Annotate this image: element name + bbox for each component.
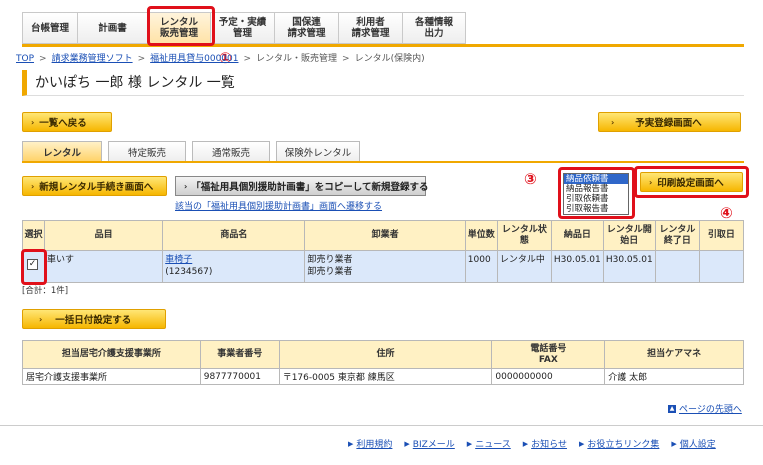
print-option[interactable]: 引取依頼書 xyxy=(564,194,628,204)
care-office-table: 担当居宅介護支援事業所 事業者番号 住所 電話番号 FAX 担当ケアマネ 居宅介… xyxy=(22,340,744,385)
nav-tab-user-billing[interactable]: 利用者 請求管理 xyxy=(338,12,402,44)
nav-underline xyxy=(22,44,744,47)
delivery-date-cell: H30.05.01 xyxy=(550,250,604,283)
breadcrumb-current: レンタル(保険内) xyxy=(354,54,425,64)
footer-link-useful-links[interactable]: ▶ お役立ちリンク集 xyxy=(578,437,659,451)
nav-tab-info-output[interactable]: 各種情報 出力 xyxy=(402,12,466,44)
breadcrumb-office[interactable]: 福祉用具貸与000001 xyxy=(150,54,238,64)
col-select: 選択 xyxy=(21,220,46,251)
col-wholesaler: 卸業者 xyxy=(304,220,466,251)
triangle-right-icon: ▶ xyxy=(578,439,585,448)
tab-non-insurance-rental[interactable]: 保険外レンタル xyxy=(276,141,360,161)
footer-links: ▶ 利用規約 ▶ BIZメール ▶ ニュース ▶ お知らせ ▶ お役立ちリンク集 ▶ 個人設… xyxy=(348,437,728,451)
nav-tab-national-billing[interactable]: 国保連 請求管理 xyxy=(274,12,338,44)
tab-specific-sales[interactable]: 特定販売 xyxy=(108,141,186,161)
new-rental-button[interactable]: › 新規レンタル手続き画面へ xyxy=(22,176,167,196)
sub-tabs: レンタル 特定販売 通常販売 保険外レンタル xyxy=(22,141,366,161)
triangle-right-icon: ▶ xyxy=(671,439,677,448)
subtab-underline xyxy=(22,161,744,163)
triangle-right-icon: ▶ xyxy=(404,439,410,448)
chevron-right-icon: › xyxy=(649,177,653,187)
footer-divider xyxy=(0,425,763,426)
col-start-date: レンタル開始日 xyxy=(602,220,656,251)
print-type-list[interactable]: 納品依頼書 納品報告書 引取依頼書 引取報告書 xyxy=(563,173,629,215)
page-title: かいぽち 一郎 様 レンタル 一覧 xyxy=(22,70,744,96)
chevron-right-icon: › xyxy=(39,314,43,324)
page-top-link[interactable]: ▲ ページの先頭へ xyxy=(668,402,742,415)
print-option[interactable]: 納品依頼書 xyxy=(564,174,628,184)
office-cell: 居宅介護支援事業所 xyxy=(22,368,201,385)
col-item: 品目 xyxy=(44,220,164,251)
col-care-manager: 担当ケアマネ xyxy=(604,340,744,369)
product-cell: 車椅子 (1234567) xyxy=(162,250,306,283)
triangle-right-icon: ▶ xyxy=(466,439,473,448)
table-header-row: 選択 品目 商品名 卸業者 単位数 レンタル状態 納品日 レンタル開始日 レンタ… xyxy=(21,220,745,251)
col-product-name: 商品名 xyxy=(162,220,306,251)
units-cell: 1000 xyxy=(464,250,498,283)
table-row: 居宅介護支援事業所 9877770001 〒176-0005 東京都 練馬区 0… xyxy=(22,368,744,385)
item-cell: 車いす xyxy=(44,250,164,283)
col-end-date: レンタル終了日 xyxy=(654,220,700,251)
back-to-list-button[interactable]: › 一覧へ戻る xyxy=(22,112,112,132)
tab-rental[interactable]: レンタル xyxy=(22,141,102,161)
chevron-right-icon: › xyxy=(184,181,188,191)
wholesaler-cell: 卸売り業者 卸売り業者 xyxy=(304,250,466,283)
copy-register-button[interactable]: › 「福祉用具個別援助計画書」をコピーして新規登録する xyxy=(175,176,429,196)
footer-link-terms[interactable]: ▶ 利用規約 xyxy=(348,437,392,451)
chevron-right-icon: › xyxy=(31,117,35,127)
footer-link-personal-settings[interactable]: ▶ 個人設定 xyxy=(671,437,715,451)
arrow-up-icon: ▲ xyxy=(668,404,676,413)
col-delivery-date: 納品日 xyxy=(550,220,604,251)
breadcrumb-rental-sales: レンタル・販売管理 xyxy=(256,54,338,64)
status-cell: レンタル中 xyxy=(496,250,552,283)
rental-table: 選択 品目 商品名 卸業者 単位数 レンタル状態 納品日 レンタル開始日 レンタ… xyxy=(21,220,745,283)
product-code: (1234567) xyxy=(165,267,213,277)
print-option[interactable]: 引取報告書 xyxy=(564,204,628,214)
bulk-date-button[interactable]: › 一括日付設定する xyxy=(22,309,166,329)
office-number-cell: 9877770001 xyxy=(199,368,280,385)
col-rental-status: レンタル状態 xyxy=(496,220,552,251)
table-row: ✓ 車いす 車椅子 (1234567) 卸売り業者 卸売り業者 1000 レンタル中… xyxy=(21,250,745,283)
nav-tab-plan[interactable]: 計画書 xyxy=(77,12,147,44)
care-manager-cell: 介護 太郎 xyxy=(604,368,744,385)
col-office: 担当居宅介護支援事業所 xyxy=(22,340,201,369)
nav-tab-schedule[interactable]: 予定・実績 管理 xyxy=(210,12,274,44)
marker-4: ④ xyxy=(720,204,733,222)
breadcrumb-billing-software[interactable]: 請求業務管理ソフト xyxy=(52,54,133,64)
phone-cell: 0000000000 xyxy=(491,368,606,385)
end-date-cell xyxy=(654,250,700,283)
col-units: 単位数 xyxy=(464,220,498,251)
footer-link-bizmail[interactable]: ▶ BIZメール xyxy=(404,437,454,451)
print-settings-button[interactable]: › 印刷設定画面へ xyxy=(640,172,743,192)
table-header-row: 担当居宅介護支援事業所 事業者番号 住所 電話番号 FAX 担当ケアマネ xyxy=(22,340,744,369)
col-pickup-date: 引取日 xyxy=(698,220,745,251)
pickup-date-cell xyxy=(698,250,745,283)
tab-normal-sales[interactable]: 通常販売 xyxy=(192,141,270,161)
triangle-right-icon: ▶ xyxy=(348,439,354,448)
breadcrumb: TOP > 請求業務管理ソフト > 福祉用具貸与000001 > レンタル・販売管理 > レンタ… xyxy=(16,54,425,64)
nav-tab-ledger[interactable]: 台帳管理 xyxy=(22,12,77,44)
breadcrumb-top[interactable]: TOP xyxy=(16,54,34,64)
col-address: 住所 xyxy=(278,340,493,369)
print-option[interactable]: 納品報告書 xyxy=(564,184,628,194)
footer-link-notices[interactable]: ▶ お知らせ xyxy=(522,437,567,451)
col-phone-fax: 電話番号 FAX xyxy=(491,340,606,369)
footer-link-news[interactable]: ▶ ニュース xyxy=(466,437,511,451)
transition-link[interactable]: 該当の「福祉用具個別援助計画書」画面へ遷移する xyxy=(175,199,382,212)
chevron-right-icon: › xyxy=(31,181,35,191)
plan-register-button[interactable]: › 予実登録画面へ xyxy=(598,112,741,132)
product-name-link[interactable]: 車椅子 xyxy=(165,255,192,265)
address-cell: 〒176-0005 東京都 練馬区 xyxy=(278,368,493,385)
chevron-right-icon: › xyxy=(611,117,615,127)
triangle-right-icon: ▶ xyxy=(522,439,529,448)
top-navigation: 台帳管理 計画書 レンタル 販売管理 予定・実績 管理 国保連 請求管理 利用者… xyxy=(22,12,466,44)
marker-3: ③ xyxy=(524,170,537,188)
total-count: [合計：1件] xyxy=(22,286,69,296)
highlight-box-2 xyxy=(21,249,47,285)
start-date-cell: H30.05.01 xyxy=(602,250,656,283)
col-office-number: 事業者番号 xyxy=(199,340,280,369)
highlight-box-1 xyxy=(147,6,215,46)
